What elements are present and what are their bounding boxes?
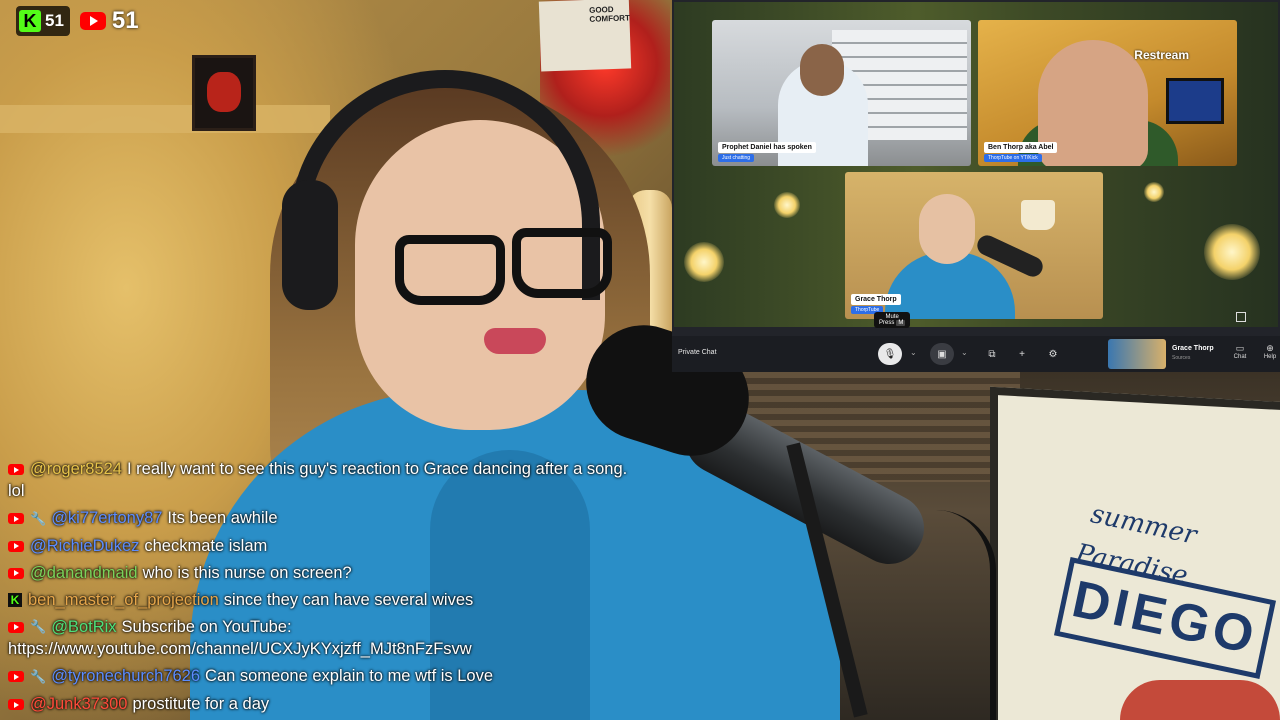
streamer-lips <box>484 328 546 354</box>
participant-status: Just chatting <box>718 154 755 162</box>
kick-viewer-count: K 51 <box>16 6 70 36</box>
chat-message: @danandmaid who is this nurse on screen? <box>8 562 648 584</box>
profile-subtitle: Sources <box>1172 355 1191 361</box>
background-tv <box>1166 78 1224 124</box>
restream-studio-capture: Prophet Daniel has spoken Just chatting … <box>672 0 1280 372</box>
chat-username: ben_master_of_projection <box>28 590 219 609</box>
chat-text: since they can have several wives <box>223 590 474 609</box>
shortcut-key: M <box>896 320 906 326</box>
chat-username: @tyronechurch7626 <box>51 667 201 686</box>
participant-name: Prophet Daniel has spoken <box>718 142 816 153</box>
participant-tile-ben[interactable]: Restream Ben Thorp aka Abel ThorpTube on… <box>978 20 1237 166</box>
microphone-button[interactable]: 🎙 <box>878 343 902 365</box>
chat-label: Chat <box>1233 354 1247 360</box>
chat-username: @danandmaid <box>30 563 138 582</box>
picture-frame <box>192 55 256 131</box>
microphone-icon: 🎙 <box>883 348 897 360</box>
bokeh-light <box>1144 182 1164 202</box>
participant-name: Grace Thorp <box>851 294 901 305</box>
stage-canvas: Prophet Daniel has spoken Just chatting … <box>674 2 1278 328</box>
tooltip-shortcut: Press M <box>879 320 906 326</box>
glasses-left-lens <box>395 235 505 305</box>
participant-status: ThorpTube on YT/Kick <box>984 154 1042 162</box>
youtube-icon <box>8 464 24 476</box>
youtube-icon <box>8 540 24 552</box>
moderator-wrench-icon: 🔧 <box>30 668 47 684</box>
youtube-icon <box>8 621 24 633</box>
kick-icon: K <box>19 10 41 32</box>
moderator-wrench-icon: 🔧 <box>30 510 47 526</box>
kick-count: 51 <box>45 11 64 30</box>
private-chat-button[interactable]: Private Chat <box>678 349 717 356</box>
chat-text: Can someone explain to me wtf is Love <box>205 667 494 686</box>
chat-message: @Junk37300 prostitute for a day <box>8 693 648 715</box>
chat-overlay: @roger8524 I really want to see this guy'… <box>8 458 648 720</box>
tooltip-press: Press <box>879 320 895 326</box>
chat-username: @ki77ertony87 <box>51 509 163 527</box>
mic-cable <box>930 510 996 720</box>
bokeh-light <box>684 242 724 282</box>
chat-text: who is this nurse on screen? <box>142 563 352 582</box>
help-label: Help <box>1263 354 1277 360</box>
share-screen-button[interactable]: ⧉ <box>980 343 1004 365</box>
plus-icon: + <box>1019 348 1025 360</box>
chat-message: 🔧 @ki77ertony87 Its been awhile <box>8 507 648 530</box>
participant-name: Ben Thorp aka Abel <box>984 142 1058 153</box>
settings-button[interactable]: ⚙ <box>1041 343 1065 365</box>
glasses-right-lens <box>512 228 612 298</box>
youtube-icon <box>8 567 24 579</box>
youtube-icon <box>8 513 24 525</box>
profile-name: Grace Thorp <box>1172 345 1214 352</box>
chat-button[interactable]: ▭ Chat <box>1230 343 1250 360</box>
chat-message: Kben_master_of_projection since they can … <box>8 589 648 611</box>
chat-username: @BotRix <box>51 617 117 636</box>
red-object <box>1120 680 1280 720</box>
camera-icon: ▣ <box>937 348 947 360</box>
profile-thumbnail[interactable] <box>1108 339 1166 369</box>
youtube-icon <box>8 699 24 711</box>
participant-head <box>919 194 975 264</box>
restream-logo: Restream <box>1134 48 1189 62</box>
headphone-cup <box>282 180 338 310</box>
chat-username: @RichieDukez <box>30 536 140 555</box>
mute-tooltip: Mute Press M <box>874 312 911 328</box>
fullscreen-icon[interactable] <box>1236 312 1246 322</box>
chat-message: 🔧 @BotRix Subscribe on YouTube: https://ww… <box>8 616 648 661</box>
youtube-count: 51 <box>111 7 139 34</box>
camera-button[interactable]: ▣ <box>930 343 954 365</box>
kick-icon: K <box>8 593 22 608</box>
youtube-viewer-count: 51 <box>79 7 139 35</box>
chat-username: @roger8524 <box>30 460 122 478</box>
bokeh-light <box>1204 224 1260 280</box>
participant-head <box>800 44 844 96</box>
gear-icon: ⚙ <box>1048 348 1058 360</box>
background-lamp <box>1021 200 1055 230</box>
youtube-icon <box>79 12 106 30</box>
participant-tile-grace[interactable]: Grace Thorp ThorpTube <box>845 172 1103 319</box>
mic-options-chevron-icon[interactable]: ⌄ <box>910 348 917 357</box>
chat-message: @RichieDukez checkmate islam <box>8 535 648 557</box>
moderator-wrench-icon: 🔧 <box>30 619 47 635</box>
poster <box>538 0 632 72</box>
chat-text: prostitute for a day <box>132 694 270 713</box>
help-icon: ⊕ <box>1266 343 1274 353</box>
chat-username: @Junk37300 <box>30 694 128 713</box>
viewer-counters: K 51 51 <box>16 6 139 36</box>
camera-options-chevron-icon[interactable]: ⌄ <box>961 348 968 357</box>
chat-message: 🔧 @tyronechurch7626 Can someone explain to… <box>8 665 648 688</box>
add-button[interactable]: + <box>1010 343 1034 365</box>
shelf <box>0 105 330 133</box>
chat-text: checkmate islam <box>144 536 268 555</box>
chat-text: Its been awhile <box>167 509 278 527</box>
help-button[interactable]: ⊕ Help <box>1260 343 1280 360</box>
participant-tile-daniel[interactable]: Prophet Daniel has spoken Just chatting <box>712 20 971 166</box>
youtube-icon <box>8 671 24 683</box>
chat-message: @roger8524 I really want to see this guy'… <box>8 458 648 502</box>
studio-toolbar: Private Chat 🎙 ⌄ ▣ ⌄ ⧉ + ⚙ Grace Thorp S… <box>672 336 1280 372</box>
bokeh-light <box>774 192 800 218</box>
screen-share-icon: ⧉ <box>988 348 996 360</box>
chat-icon: ▭ <box>1235 343 1245 353</box>
